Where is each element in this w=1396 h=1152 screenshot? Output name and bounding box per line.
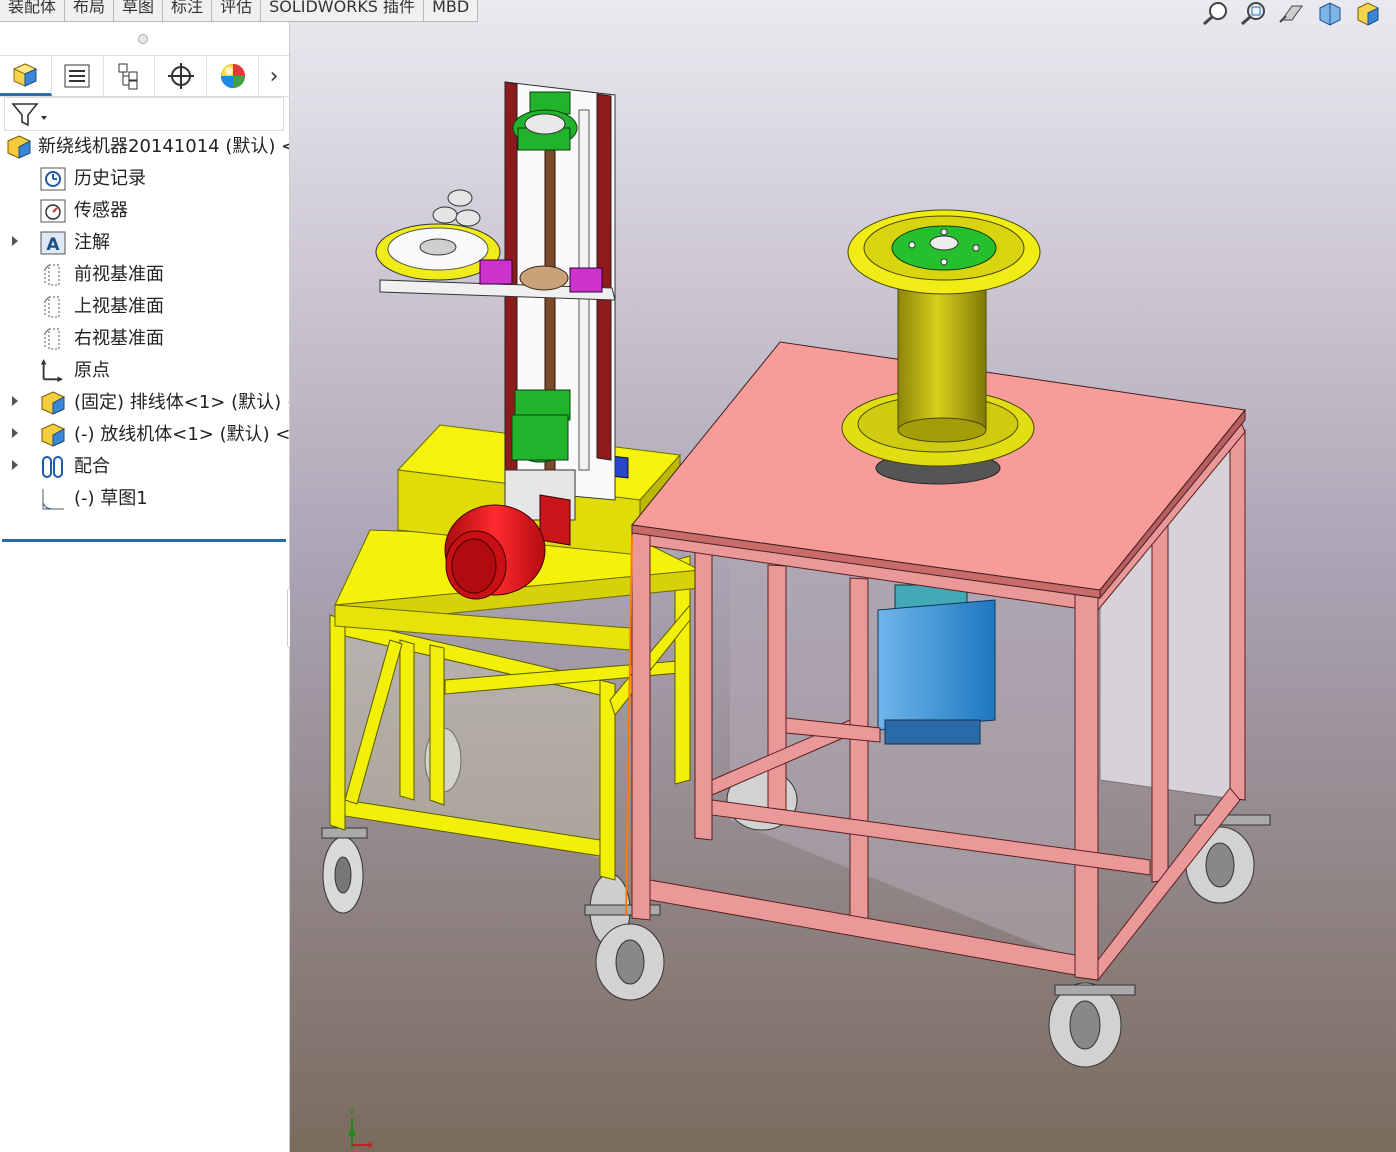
annotation-icon: A (40, 231, 66, 255)
command-manager-tabs: 装配体 布局 草图 标注 评估 SOLIDWORKS 插件 MBD (0, 0, 479, 22)
tab-annotation[interactable]: 标注 (162, 0, 213, 22)
tree-filter[interactable] (4, 97, 284, 131)
tab-mbd[interactable]: MBD (423, 0, 479, 22)
history-icon (40, 167, 66, 191)
tree-item-label: 注解 (74, 232, 110, 253)
tree-item-top-plane[interactable]: 上视基准面 (0, 292, 289, 322)
filter-icon (11, 103, 47, 127)
tree-item-subassembly-1[interactable]: (固定) 排线体<1> (默认) < (0, 388, 289, 418)
sensor-icon (40, 199, 66, 223)
tree-item-subassembly-2[interactable]: (-) 放线机体<1> (默认) <默 (0, 420, 289, 450)
zoom-to-area-icon[interactable] (1238, 0, 1270, 26)
zoom-to-fit-icon[interactable] (1200, 0, 1232, 26)
tab-layout[interactable]: 布局 (64, 0, 115, 22)
tree-rollback-bar[interactable] (2, 539, 286, 542)
manager-more-chevron-icon[interactable]: › (259, 56, 289, 96)
plane-icon (44, 264, 60, 286)
section-view-icon[interactable] (1314, 0, 1346, 26)
tab-assembly[interactable]: 装配体 (0, 0, 66, 22)
plane-icon (44, 296, 60, 318)
tree-item-label: (-) 放线机体<1> (默认) <默 (74, 424, 289, 445)
previous-view-icon[interactable] (1276, 0, 1308, 26)
tree-item-label: 传感器 (74, 200, 128, 221)
expand-arrow-icon[interactable] (12, 428, 18, 438)
expand-arrow-icon[interactable] (12, 460, 18, 470)
tab-display-manager[interactable] (207, 56, 260, 96)
dimxpert-manager-icon (167, 63, 194, 89)
tree-item-label: (固定) 排线体<1> (默认) < (74, 392, 289, 413)
tree-item-label: (-) 草图1 (74, 488, 148, 509)
heads-up-view-toolbar (1200, 0, 1384, 26)
tab-property-manager[interactable] (52, 56, 104, 96)
tab-sketch[interactable]: 草图 (113, 0, 164, 22)
cad-model-view[interactable]: Y X (290, 0, 1396, 1152)
plane-icon (44, 328, 60, 350)
tree-item-annotations[interactable]: A 注解 (0, 228, 289, 258)
tab-dimxpert-manager[interactable] (155, 56, 208, 96)
svg-text:X: X (367, 1141, 373, 1151)
view-orientation-icon[interactable] (1352, 0, 1384, 26)
origin-icon (40, 359, 63, 383)
tree-item-origin[interactable]: 原点 (0, 356, 289, 386)
tree-item-label: 前视基准面 (74, 264, 164, 285)
display-manager-icon (220, 64, 245, 88)
tree-item-front-plane[interactable]: 前视基准面 (0, 260, 289, 290)
tab-configuration-manager[interactable] (104, 56, 156, 96)
expand-arrow-icon[interactable] (12, 396, 18, 406)
tree-item-label: 右视基准面 (74, 328, 164, 349)
tree-item-sensors[interactable]: 传感器 (0, 196, 289, 226)
blue-servo-motor[interactable] (877, 584, 996, 745)
tree-item-sketch[interactable]: (-) 草图1 (0, 484, 289, 514)
subassembly-icon (41, 423, 65, 447)
tree-item-history[interactable]: 历史记录 (0, 164, 289, 194)
feature-manager-icon (13, 62, 38, 87)
expand-arrow-icon[interactable] (12, 236, 18, 246)
configuration-manager-icon (118, 63, 138, 90)
tab-feature-manager[interactable] (0, 56, 52, 96)
feature-manager-panel: › 新绕线机器20141014 (默认) < 历史记录 传感器 A 注解 前视基… (0, 22, 290, 1152)
manager-tabs: › (0, 55, 289, 97)
graphics-area[interactable]: Y X (290, 0, 1396, 1152)
tree-item-label: 原点 (74, 360, 110, 381)
tree-item-right-plane[interactable]: 右视基准面 (0, 324, 289, 354)
assembly-icon (7, 135, 31, 159)
tree-item-mates[interactable]: 配合 (0, 452, 289, 482)
tree-item-label: 历史记录 (74, 168, 146, 189)
tree-item-label: 配合 (74, 456, 110, 477)
mates-icon (42, 456, 63, 478)
tree-item-label: 上视基准面 (74, 296, 164, 317)
tab-addins[interactable]: SOLIDWORKS 插件 (260, 0, 425, 22)
tab-evaluate[interactable]: 评估 (211, 0, 262, 22)
tree-root-assembly[interactable]: 新绕线机器20141014 (默认) < (0, 132, 289, 162)
sketch-icon (42, 489, 64, 510)
subassembly-icon (41, 391, 65, 415)
property-manager-icon (64, 64, 90, 88)
svg-text:A: A (46, 235, 60, 255)
svg-text:Y: Y (348, 1108, 355, 1118)
panel-grip-top[interactable] (138, 34, 148, 44)
tree-root-label: 新绕线机器20141014 (默认) < (38, 136, 289, 157)
